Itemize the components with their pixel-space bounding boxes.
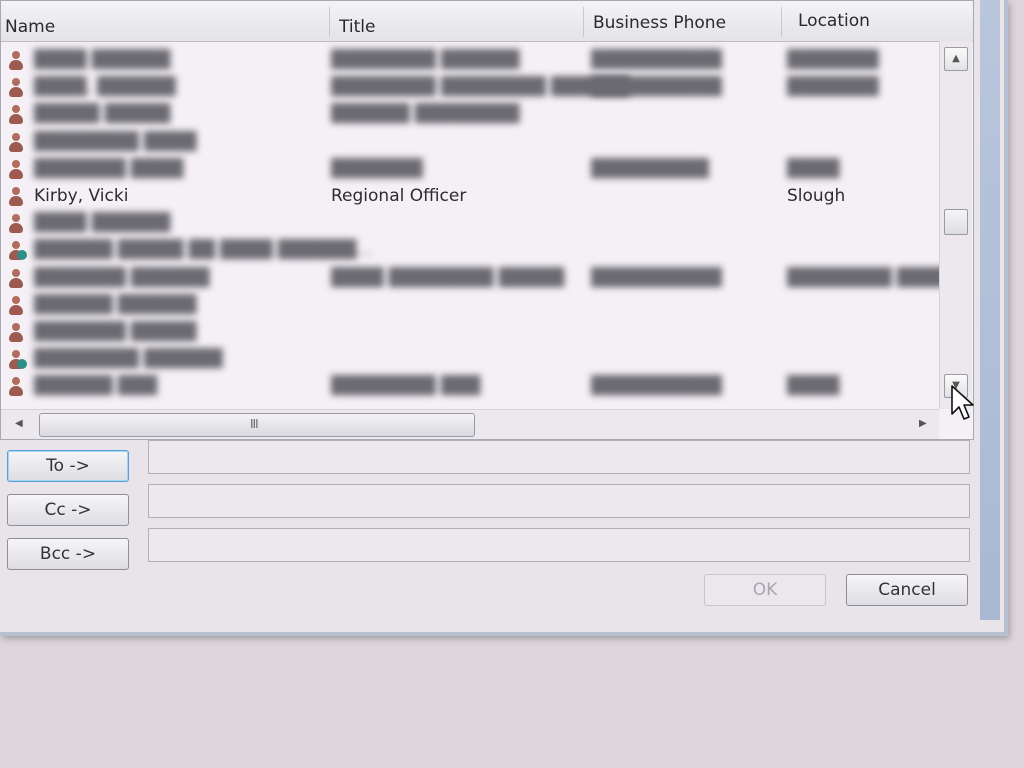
contact-name: ██████ ██████ (34, 294, 197, 315)
contact-name: ███████ █████ (34, 322, 197, 342)
contact-row[interactable]: ███████ ██████ ████ ████████ █████ ███████… (1, 265, 962, 291)
contact-name: ██████ █████ ██ ████ ██████... (34, 240, 373, 261)
contact-title: ████ ████████ █████ (331, 267, 565, 288)
vertical-scrollbar[interactable]: ▲ ▼ (939, 41, 972, 409)
contact-row[interactable]: ███████ █████ (1, 319, 936, 345)
column-header-title[interactable]: Title (339, 17, 375, 37)
ok-button[interactable]: OK (704, 574, 826, 606)
column-divider[interactable] (329, 7, 330, 37)
mouse-pointer-icon (951, 385, 974, 420)
contact-name: ████████ ████ (34, 131, 197, 152)
contact-location: Slough (787, 186, 846, 206)
horizontal-scrollbar[interactable]: ◀ III ▶ (1, 409, 939, 439)
person-icon (9, 159, 23, 180)
contact-business-phone: █████████ (591, 158, 709, 179)
contact-title: ████████ ██████ (331, 50, 520, 70)
contact-row[interactable]: ███████ ████ ███████ █████████ ████ (1, 156, 936, 182)
contact-name: ████████ ██████ (34, 349, 223, 370)
to-field[interactable] (148, 440, 970, 474)
chevron-left-icon[interactable]: ◀ (15, 418, 23, 429)
column-header-location[interactable]: Location (798, 11, 870, 31)
group-icon (9, 350, 27, 370)
cc-field[interactable] (148, 484, 970, 518)
contact-row[interactable]: Kirby, Vicki Regional Officer Slough (1, 183, 936, 209)
contact-name: ████ ██████ (34, 213, 171, 234)
cancel-button[interactable]: Cancel (846, 574, 968, 606)
person-icon (9, 268, 23, 289)
address-list[interactable]: Name Title Business Phone Location ████ … (0, 0, 974, 440)
to-button[interactable]: To -> (7, 450, 129, 482)
contact-title: ████████ ████████ ██████ (331, 77, 630, 98)
contact-location: ████ (787, 158, 840, 179)
dialog-frame-edge (980, 0, 1000, 620)
person-icon (9, 295, 23, 316)
contact-business-phone: ██████████ (591, 376, 722, 397)
scroll-grip: III (250, 417, 259, 431)
contact-row[interactable]: ██████ ███ ████████ ███ ██████████ ████ (1, 373, 936, 399)
contact-title: Regional Officer (331, 186, 467, 206)
contact-name: █████ █████ (34, 104, 171, 125)
select-names-dialog: Name Title Business Phone Location ████ … (0, 0, 1008, 636)
contact-business-phone: ██████████ (591, 50, 722, 70)
horizontal-scroll-thumb[interactable]: III (39, 413, 475, 437)
list-header: Name Title Business Phone Location (1, 1, 973, 42)
contact-location: ███████ (787, 50, 879, 70)
contact-name: ██████ ███ (34, 376, 158, 397)
contact-row[interactable]: ████████ ██████ (1, 346, 936, 372)
person-icon (9, 187, 23, 207)
scroll-up-button[interactable]: ▲ (944, 47, 968, 71)
contact-row[interactable]: ████████ ████ (1, 129, 936, 155)
contact-row[interactable]: ████, ██████ ████████ ████████ ██████ ████… (1, 74, 936, 100)
column-divider[interactable] (583, 7, 584, 37)
person-icon (9, 214, 23, 234)
contact-title: ███████ (331, 158, 423, 179)
contact-rows: ████ ██████ ████████ ██████ ██████████ ████… (1, 47, 962, 407)
contact-row[interactable]: █████ █████ ██████ ████████ (1, 101, 936, 127)
contact-location: ███████ (787, 77, 879, 98)
contact-row[interactable]: ████ ██████ ████████ ██████ ██████████ ████… (1, 47, 936, 73)
column-header-business-phone[interactable]: Business Phone (593, 13, 726, 33)
contact-business-phone: ██████████ (591, 77, 722, 98)
chevron-right-icon[interactable]: ▶ (919, 418, 927, 429)
contact-name: ████ ██████ (34, 50, 171, 70)
contact-row[interactable]: ████ ██████ (1, 210, 936, 236)
person-icon (9, 132, 23, 153)
contact-name: ███████ ████ (34, 158, 184, 179)
contact-location: ████████ █████ (787, 267, 963, 288)
contact-title: ██████ ████████ (331, 104, 520, 125)
column-divider[interactable] (781, 7, 782, 37)
bcc-field[interactable] (148, 528, 970, 562)
contact-name: Kirby, Vicki (34, 186, 129, 206)
person-icon (9, 377, 23, 397)
contact-name: ████, ██████ (34, 77, 176, 98)
contact-title: ████████ ███ (331, 376, 481, 397)
person-icon (9, 323, 23, 343)
vertical-scroll-thumb[interactable] (944, 209, 968, 235)
person-icon (9, 105, 23, 125)
contact-row[interactable]: ██████ █████ ██ ████ ██████... (1, 237, 936, 263)
group-icon (9, 241, 27, 261)
person-icon (9, 78, 23, 98)
contact-row[interactable]: ██████ ██████ (1, 292, 936, 318)
contact-name: ███████ ██████ (34, 267, 210, 288)
chevron-up-icon: ▲ (952, 53, 960, 64)
column-header-name[interactable]: Name (5, 17, 55, 37)
contact-location: ████ (787, 376, 840, 397)
person-icon (9, 51, 23, 71)
bcc-button[interactable]: Bcc -> (7, 538, 129, 570)
contact-business-phone: ██████████ (591, 267, 722, 288)
cc-button[interactable]: Cc -> (7, 494, 129, 526)
